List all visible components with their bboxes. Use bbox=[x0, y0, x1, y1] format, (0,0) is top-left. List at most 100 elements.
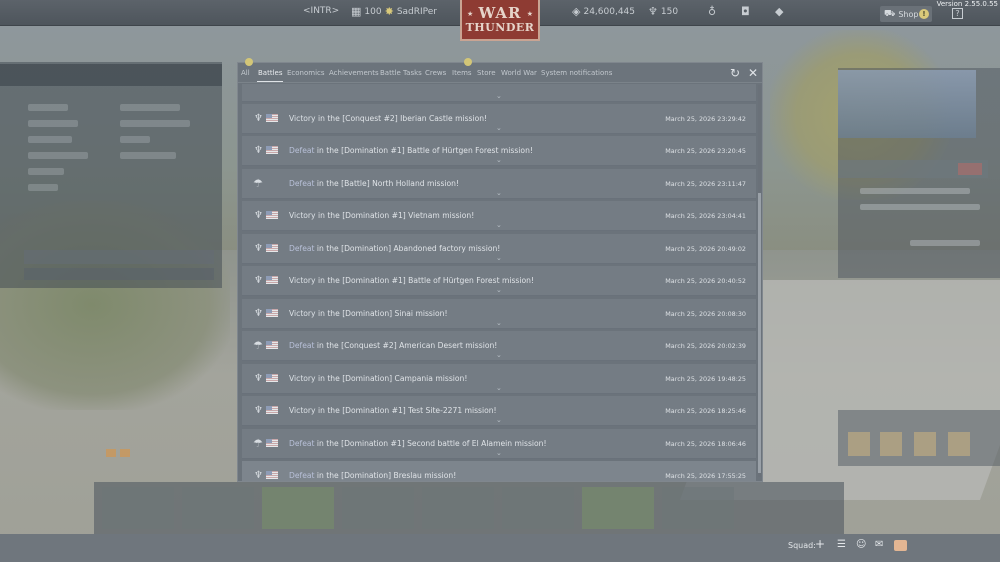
us-flag-icon bbox=[266, 471, 278, 479]
notification-date: March 25, 2026 18:25:46 bbox=[665, 407, 746, 415]
notification-tabs: All Battles Economics Achievements Battl… bbox=[238, 58, 762, 83]
notification-text: Defeat in the [Domination #1] Second bat… bbox=[289, 439, 547, 448]
trophy-icon: ♆ bbox=[254, 470, 263, 481]
mail-icon[interactable] bbox=[894, 540, 907, 551]
golden-eagles-amount: 150 bbox=[660, 6, 679, 17]
us-flag-icon bbox=[266, 309, 278, 317]
chevron-down-icon[interactable]: ⌄ bbox=[496, 320, 502, 327]
logo-star-icon: ★ bbox=[526, 10, 533, 18]
notification-text: Defeat in the [Domination] Abandoned fac… bbox=[289, 244, 501, 253]
us-flag-icon bbox=[266, 374, 278, 382]
silver-lions[interactable]: ◈ 24,600,445 bbox=[572, 6, 635, 17]
tab-store[interactable]: Store bbox=[477, 69, 496, 77]
notification-date: March 25, 2026 20:02:39 bbox=[665, 342, 746, 350]
chevron-down-icon[interactable]: ⌄ bbox=[496, 157, 502, 164]
add-squad-icon[interactable]: + bbox=[815, 537, 825, 551]
close-icon[interactable]: ✕ bbox=[748, 66, 758, 80]
intr-label[interactable]: <INTR> bbox=[303, 6, 339, 16]
chevron-down-icon[interactable]: ⌄ bbox=[496, 255, 502, 262]
trophy-icon: ♆ bbox=[254, 113, 263, 124]
parachute-icon: ☂ bbox=[253, 339, 263, 352]
trophy-icon: ♆ bbox=[254, 275, 263, 286]
notification-date: March 25, 2026 20:08:30 bbox=[665, 310, 746, 318]
notification-date: March 25, 2026 23:11:47 bbox=[665, 180, 746, 188]
list-item[interactable]: ♆ Victory in the [Domination] Campania m… bbox=[242, 364, 756, 394]
battle-notifications-list[interactable]: ⌄ ♆ Victory in the [Conquest #2] Iberian… bbox=[242, 84, 756, 481]
chevron-down-icon[interactable]: ⌄ bbox=[496, 125, 502, 132]
trophy-icon: ♆ bbox=[254, 405, 263, 416]
list-item[interactable]: ☂ Defeat in the [Domination #1] Second b… bbox=[242, 429, 756, 459]
logo-star-icon: ★ bbox=[467, 10, 474, 18]
list-icon[interactable]: ☰ bbox=[837, 539, 846, 550]
list-item[interactable]: ♆ Victory in the [Domination #1] Vietnam… bbox=[242, 201, 756, 231]
coupon-button[interactable]: ◆ bbox=[775, 6, 783, 17]
squad-label: Squad: bbox=[788, 541, 816, 550]
us-flag-icon bbox=[266, 276, 278, 284]
list-item[interactable]: ♆ Defeat in the [Domination] Abandoned f… bbox=[242, 234, 756, 264]
chevron-down-icon[interactable]: ⌄ bbox=[496, 222, 502, 229]
list-item[interactable]: ☂ Defeat in the [Battle] North Holland m… bbox=[242, 169, 756, 199]
contacts-icon[interactable]: ☺ bbox=[856, 539, 866, 550]
ticket-icon: ◆ bbox=[775, 5, 784, 18]
notification-date: March 25, 2026 18:06:46 bbox=[665, 440, 746, 448]
notification-date: March 25, 2026 23:20:45 bbox=[665, 147, 746, 155]
chevron-down-icon[interactable]: ⌄ bbox=[496, 352, 502, 359]
list-item[interactable]: ♆ Victory in the [Conquest #2] Iberian C… bbox=[242, 104, 756, 134]
war-thunder-logo[interactable]: ★ ★ WAR THUNDER bbox=[460, 0, 540, 41]
help-button[interactable]: ? bbox=[952, 8, 963, 19]
list-item[interactable]: ♆ Victory in the [Domination] Sinai miss… bbox=[242, 299, 756, 329]
tab-items[interactable]: Items bbox=[452, 69, 472, 77]
tab-battles[interactable]: Battles bbox=[256, 69, 284, 82]
tab-economics[interactable]: Economics bbox=[287, 69, 325, 77]
tab-achievements[interactable]: Achievements bbox=[329, 69, 379, 77]
notification-date: March 25, 2026 20:40:52 bbox=[665, 277, 746, 285]
list-item[interactable]: ♆ Defeat in the [Domination #1] Battle o… bbox=[242, 136, 756, 166]
us-flag-icon bbox=[266, 406, 278, 414]
trophy-icon: ♆ bbox=[254, 145, 263, 156]
trophy-icon: ♆ bbox=[254, 243, 263, 254]
notification-date: March 25, 2026 17:55:25 bbox=[665, 472, 746, 480]
golden-eagles[interactable]: ♆ 150 bbox=[648, 6, 678, 17]
us-flag-icon bbox=[266, 439, 278, 447]
list-item[interactable]: ♆ Victory in the [Domination #1] Battle … bbox=[242, 266, 756, 296]
refresh-icon[interactable]: ↻ bbox=[730, 66, 740, 80]
us-flag-icon bbox=[266, 146, 278, 154]
list-item[interactable]: ♆ Victory in the [Domination #1] Test Si… bbox=[242, 396, 756, 426]
silver-lions-amount: 24,600,445 bbox=[583, 6, 635, 17]
notification-text: Defeat in the [Conquest #2] American Des… bbox=[289, 341, 498, 350]
us-flag-icon bbox=[266, 211, 278, 219]
player-level: 100 bbox=[364, 6, 382, 17]
chat-icon[interactable]: ✉ bbox=[875, 539, 883, 550]
shop-label: Shop bbox=[898, 9, 919, 19]
logo-line-1: WAR bbox=[478, 4, 522, 22]
list-item[interactable]: ⌄ bbox=[242, 84, 756, 102]
parachute-icon: ☂ bbox=[253, 177, 263, 190]
chevron-down-icon[interactable]: ⌄ bbox=[496, 93, 502, 100]
tab-battle-tasks[interactable]: Battle Tasks bbox=[380, 69, 422, 77]
tips-button[interactable]: ♁ bbox=[708, 6, 716, 17]
chevron-down-icon[interactable]: ⌄ bbox=[496, 287, 502, 294]
notifications-window: All Battles Economics Achievements Battl… bbox=[237, 58, 763, 482]
tab-items-badge bbox=[464, 58, 472, 66]
badge-icon: ◘ bbox=[741, 5, 750, 18]
eagle-icon: ♆ bbox=[648, 5, 658, 18]
chevron-down-icon[interactable]: ⌄ bbox=[496, 385, 502, 392]
list-item[interactable]: ♆ Defeat in the [Domination] Breslau mis… bbox=[242, 461, 756, 481]
player-profile[interactable]: ▦ 100 ✸ SadRIPer bbox=[351, 6, 437, 17]
list-item[interactable]: ☂ Defeat in the [Conquest #2] American D… bbox=[242, 331, 756, 361]
logo-line-2: THUNDER bbox=[465, 21, 535, 34]
tab-world-war[interactable]: World War bbox=[501, 69, 537, 77]
tab-system-notifications[interactable]: System notifications bbox=[541, 69, 612, 77]
events-button[interactable]: ◘ bbox=[741, 6, 750, 17]
tab-all[interactable]: All bbox=[241, 69, 250, 77]
chevron-down-icon[interactable]: ⌄ bbox=[496, 417, 502, 424]
star-icon: ✸ bbox=[384, 5, 394, 18]
silver-lions-icon: ◈ bbox=[572, 5, 581, 18]
chevron-down-icon[interactable]: ⌄ bbox=[496, 190, 502, 197]
parachute-icon: ☂ bbox=[253, 437, 263, 450]
chevron-down-icon[interactable]: ⌄ bbox=[496, 450, 502, 457]
notification-date: March 25, 2026 20:49:02 bbox=[665, 245, 746, 253]
scrollbar-thumb[interactable] bbox=[758, 193, 761, 473]
tab-crews[interactable]: Crews bbox=[425, 69, 446, 77]
shop-alert-badge: ! bbox=[919, 9, 929, 19]
